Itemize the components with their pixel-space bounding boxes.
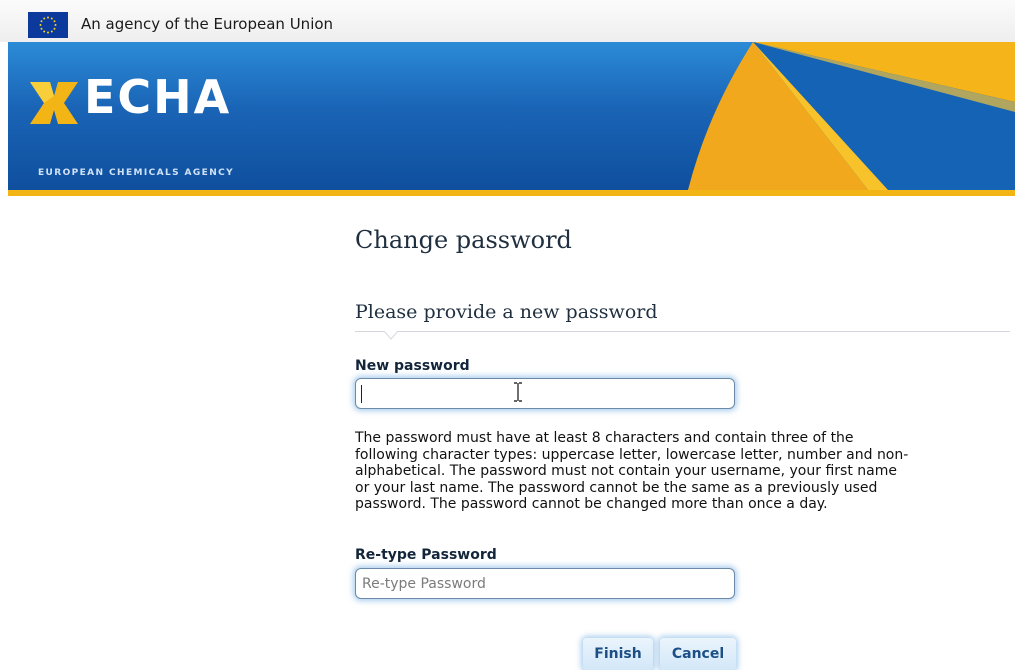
section-divider-notch — [384, 331, 398, 340]
help-text-line: password. The password cannot be changed… — [355, 496, 828, 512]
ibeam-cursor-icon — [514, 382, 522, 402]
header-gold-rule — [8, 190, 1015, 196]
header-banner: ECHA EUROPEAN CHEMICALS AGENCY — [8, 42, 1015, 190]
text-caret — [361, 385, 362, 403]
eu-agency-strip: An agency of the European Union — [0, 0, 1015, 42]
echa-logo-word: ECHA — [84, 70, 232, 124]
eu-agency-text: An agency of the European Union — [81, 15, 334, 33]
new-password-input[interactable] — [355, 378, 735, 409]
echa-logo-subtitle: EUROPEAN CHEMICALS AGENCY — [38, 168, 235, 178]
retype-password-input[interactable] — [355, 568, 735, 599]
echa-logo-mark-icon — [30, 82, 78, 128]
help-text-line: or your last name. The password cannot b… — [355, 479, 878, 496]
page-title: Change password — [355, 226, 572, 254]
help-text-line: following character types: uppercase let… — [355, 446, 909, 463]
retype-password-label: Re-type Password — [355, 547, 497, 563]
new-password-label: New password — [355, 358, 470, 374]
help-text-line: alphabetical. The password must not cont… — [355, 463, 897, 479]
finish-button[interactable]: Finish — [583, 638, 653, 670]
help-text-line: The password must have at least 8 charac… — [355, 430, 854, 446]
cancel-button[interactable]: Cancel — [660, 638, 736, 670]
section-divider — [355, 331, 1010, 332]
section-title: Please provide a new password — [355, 301, 658, 323]
password-requirements-text: The password must have at least 8 charac… — [355, 430, 995, 513]
eu-flag-icon — [28, 12, 68, 38]
